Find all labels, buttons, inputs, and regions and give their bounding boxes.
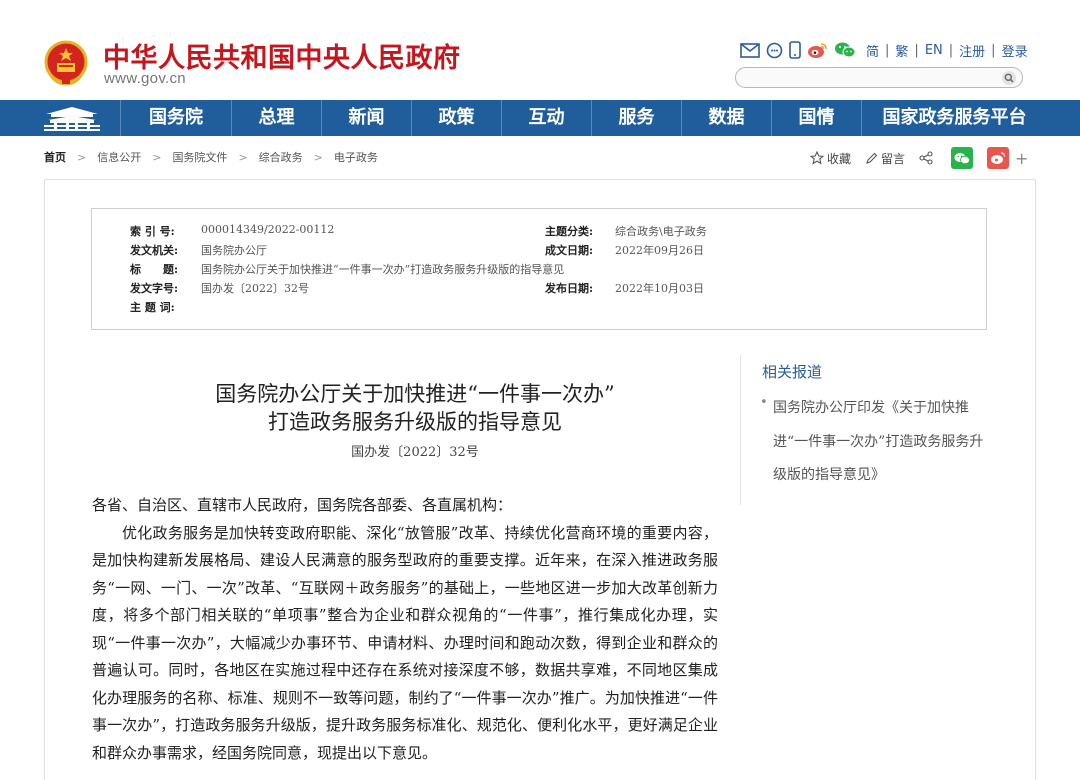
- lang-english-link[interactable]: EN: [925, 43, 943, 58]
- nav-item-services[interactable]: 服务: [591, 100, 681, 136]
- meta-row: 发文字号: 国办发〔2022〕32号 发布日期: 2022年10月03日: [92, 280, 986, 298]
- chevron-right-icon: >: [152, 150, 162, 164]
- search-input[interactable]: [746, 69, 1000, 87]
- index-number-value: 000014349/2022-00112: [201, 223, 335, 236]
- article-doc-number: 国办发〔2022〕32号: [351, 445, 479, 460]
- nav-item-data[interactable]: 数据: [681, 100, 771, 136]
- main-nav: 国务院 总理 新闻 政策 互动 服务 数据 国情 国家政务服务平台: [0, 100, 1080, 136]
- issuer-value: 国务院办公厅: [201, 244, 267, 257]
- article-title-line: 国务院办公厅关于加快推进“一件事一次办”: [215, 382, 615, 406]
- published-date-label: 发布日期:: [545, 282, 594, 295]
- separator: |: [991, 43, 996, 58]
- register-link[interactable]: 注册: [959, 41, 985, 60]
- article-title: 国务院办公厅关于加快推进“一件事一次办” 打造政务服务升级版的指导意见: [90, 380, 740, 436]
- salutation: 各省、自治区、直辖市人民政府，国务院各部委、各直属机构：: [92, 496, 513, 514]
- more-share-icon[interactable]: +: [1015, 149, 1028, 168]
- share-button[interactable]: [919, 151, 936, 165]
- doc-number-value: 国办发〔2022〕32号: [201, 282, 309, 295]
- chat-bubble-icon[interactable]: [766, 42, 783, 59]
- nav-item-policy[interactable]: 政策: [411, 100, 501, 136]
- issuer-label: 发文机关:: [130, 244, 179, 257]
- chevron-right-icon: >: [77, 150, 87, 164]
- star-icon: [810, 151, 824, 165]
- meta-row: 主 题 词:: [92, 299, 986, 317]
- paragraph: 优化政务服务是加快转变政府职能、深化“放管服”改革、持续优化营商环境的重要内容，…: [92, 523, 718, 762]
- keywords-label: 主 题 词:: [130, 301, 175, 314]
- site-header: 中华人民共和国中央人民政府 www.gov.cn 简 | 繁 | EN | 注册…: [0, 0, 1080, 100]
- separator: |: [914, 43, 919, 58]
- published-date-value: 2022年10月03日: [615, 282, 704, 295]
- topic-value: 综合政务\电子政务: [615, 225, 707, 238]
- favorite-label: 收藏: [827, 151, 852, 166]
- comment-button[interactable]: 留言: [865, 150, 905, 167]
- index-number-label: 索 引 号:: [130, 225, 175, 238]
- weibo-share-icon[interactable]: [987, 147, 1010, 169]
- nav-item-premier[interactable]: 总理: [231, 100, 321, 136]
- meta-row: 标 题: 国务院办公厅关于加快推进“一件事一次办”打造政务服务升级版的指导意见: [92, 261, 986, 279]
- wechat-share-icon[interactable]: [951, 147, 974, 169]
- nav-item-news[interactable]: 新闻: [321, 100, 411, 136]
- separator: |: [948, 43, 954, 58]
- nav-items: 国务院 总理 新闻 政策 互动 服务 数据 国情 国家政务服务平台: [120, 100, 1047, 136]
- sidebar-title: 相关报道: [762, 363, 823, 381]
- bullet-icon: •: [760, 395, 768, 410]
- breadcrumb-item[interactable]: 综合政务: [259, 149, 303, 165]
- nav-item-national-info[interactable]: 国情: [771, 100, 861, 136]
- breadcrumb-home[interactable]: 首页: [44, 149, 66, 165]
- related-reports-sidebar: 相关报道 • 国务院办公厅印发《关于加快推进“一件事一次办”打造政务服务升级版的…: [740, 355, 983, 505]
- meta-row: 索 引 号: 000014349/2022-00112 主题分类: 综合政务\电…: [92, 223, 986, 241]
- comment-label: 留言: [881, 151, 906, 166]
- language-links: 简 | 繁 | EN | 注册 | 登录: [866, 41, 1028, 60]
- separator: |: [885, 43, 890, 58]
- article-title-line: 打造政务服务升级版的指导意见: [268, 410, 562, 434]
- lang-traditional-link[interactable]: 繁: [895, 41, 908, 60]
- nav-item-interaction[interactable]: 互动: [501, 100, 591, 136]
- breadcrumb-item[interactable]: 信息公开: [97, 149, 141, 165]
- mail-icon[interactable]: [740, 42, 760, 58]
- site-domain: www.gov.cn: [104, 70, 186, 87]
- title-value: 国务院办公厅关于加快推进“一件事一次办”打造政务服务升级版的指导意见: [201, 263, 565, 276]
- weibo-icon[interactable]: [807, 41, 828, 59]
- doc-number-label: 发文字号:: [130, 282, 179, 295]
- nav-item-state-council[interactable]: 国务院: [120, 100, 231, 136]
- breadcrumb-item[interactable]: 电子政务: [334, 149, 378, 165]
- share-icon: [919, 151, 933, 165]
- national-emblem-icon[interactable]: [44, 40, 88, 86]
- breadcrumb: 首页 > 信息公开 > 国务院文件 > 综合政务 > 电子政务: [44, 148, 378, 166]
- share-icons: [740, 39, 862, 61]
- meta-row: 发文机关: 国务院办公厅 成文日期: 2022年09月26日: [92, 242, 986, 260]
- chevron-right-icon: >: [238, 150, 248, 164]
- title-label: 标 题:: [130, 263, 179, 276]
- chevron-right-icon: >: [313, 150, 323, 164]
- article-body: 各省、自治区、直辖市人民政府，国务院各部委、各直属机构： 优化政务服务是加快转变…: [92, 492, 718, 767]
- written-date-label: 成文日期:: [545, 244, 594, 257]
- nav-item-service-platform[interactable]: 国家政务服务平台: [861, 100, 1047, 136]
- favorite-button[interactable]: 收藏: [810, 150, 851, 167]
- search-icon[interactable]: [1001, 70, 1017, 86]
- document-metadata: 索 引 号: 000014349/2022-00112 主题分类: 综合政务\电…: [91, 208, 987, 330]
- pencil-icon: [866, 152, 878, 164]
- related-report-link[interactable]: 国务院办公厅印发《关于加快推进“一件事一次办”打造政务服务升级版的指导意见》: [773, 392, 988, 493]
- wechat-icon[interactable]: [834, 41, 856, 59]
- search-box: [735, 67, 1023, 88]
- written-date-value: 2022年09月26日: [615, 244, 704, 257]
- page-tools: 收藏 留言 +: [810, 146, 1028, 170]
- breadcrumb-item[interactable]: 国务院文件: [172, 149, 227, 165]
- login-link[interactable]: 登录: [1002, 41, 1028, 60]
- mobile-icon[interactable]: [789, 41, 801, 59]
- lang-simplified-link[interactable]: 简: [866, 41, 879, 60]
- topic-label: 主题分类:: [545, 225, 594, 238]
- tiananmen-icon[interactable]: [42, 105, 102, 133]
